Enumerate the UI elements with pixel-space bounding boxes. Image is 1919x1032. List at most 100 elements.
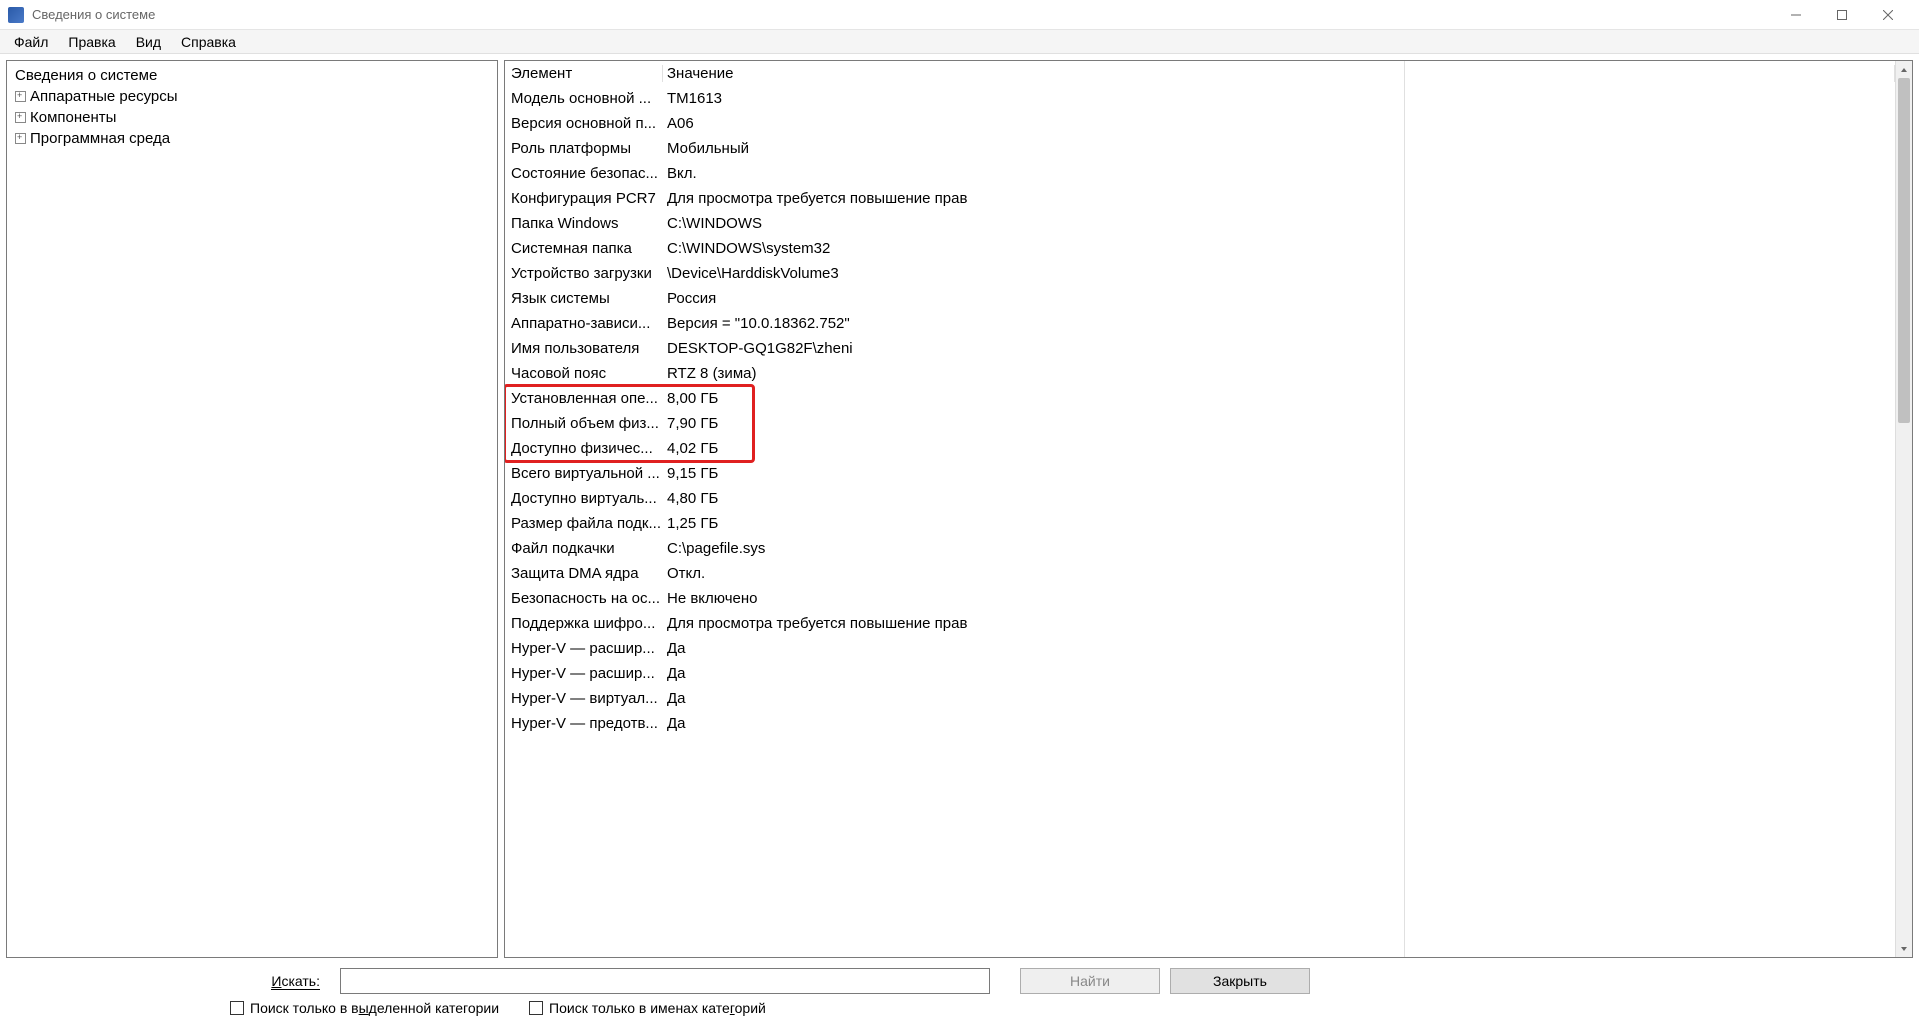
menu-edit[interactable]: Правка (60, 32, 123, 52)
table-row[interactable]: Hyper-V — расшир...Да (505, 636, 1895, 661)
cell-element: Доступно виртуаль... (505, 490, 663, 507)
table-row[interactable]: Безопасность на ос...Не включено (505, 586, 1895, 611)
cell-element: Язык системы (505, 290, 663, 307)
tree-root-label: Сведения о системе (15, 67, 157, 84)
expand-icon[interactable] (15, 112, 26, 123)
cell-element: Защита DMA ядра (505, 565, 663, 582)
table-row[interactable]: Доступно физичес...4,02 ГБ (505, 436, 1895, 461)
details-grid[interactable]: Элемент Значение Модель основной ...TM16… (505, 61, 1895, 957)
cell-value: DESKTOP-GQ1G82F\zheni (663, 340, 1895, 357)
app-window: Сведения о системе Файл Правка Вид Справ… (0, 0, 1919, 1032)
tree-root[interactable]: Сведения о системе (7, 65, 497, 86)
table-row[interactable]: Установленная опе...8,00 ГБ (505, 386, 1895, 411)
table-row[interactable]: Состояние безопас...Вкл. (505, 161, 1895, 186)
table-row[interactable]: Конфигурация PCR7Для просмотра требуется… (505, 186, 1895, 211)
titlebar[interactable]: Сведения о системе (0, 0, 1919, 30)
cell-element: Всего виртуальной ... (505, 465, 663, 482)
cell-element: Hyper-V — виртуал... (505, 690, 663, 707)
tree-item-label: Аппаратные ресурсы (30, 88, 178, 105)
cell-value: Да (663, 640, 1895, 657)
cell-element: Файл подкачки (505, 540, 663, 557)
cell-element: Hyper-V — предотв... (505, 715, 663, 732)
table-row[interactable]: Версия основной п...A06 (505, 111, 1895, 136)
cell-value: 4,80 ГБ (663, 490, 1895, 507)
grid-header[interactable]: Элемент Значение (505, 61, 1895, 86)
table-row[interactable]: Папка WindowsC:\WINDOWS (505, 211, 1895, 236)
search-input[interactable] (340, 968, 990, 994)
table-row[interactable]: Hyper-V — виртуал...Да (505, 686, 1895, 711)
cell-element: Часовой пояс (505, 365, 663, 382)
table-row[interactable]: Имя пользователяDESKTOP-GQ1G82F\zheni (505, 336, 1895, 361)
table-row[interactable]: Часовой поясRTZ 8 (зима) (505, 361, 1895, 386)
cell-value: Откл. (663, 565, 1895, 582)
tree-item-hardware[interactable]: Аппаратные ресурсы (7, 86, 497, 107)
cell-element: Папка Windows (505, 215, 663, 232)
cell-value: Мобильный (663, 140, 1895, 157)
cell-element: Аппаратно-зависи... (505, 315, 663, 332)
checkbox-icon (230, 1001, 244, 1015)
cell-value: Для просмотра требуется повышение прав (663, 190, 1895, 207)
cell-element: Состояние безопас... (505, 165, 663, 182)
menu-help[interactable]: Справка (173, 32, 244, 52)
header-element[interactable]: Элемент (505, 65, 663, 82)
scroll-down-icon[interactable] (1896, 940, 1912, 957)
scroll-thumb[interactable] (1898, 78, 1910, 423)
table-row[interactable]: Аппаратно-зависи...Версия = "10.0.18362.… (505, 311, 1895, 336)
cell-value: 1,25 ГБ (663, 515, 1895, 532)
close-search-button[interactable]: Закрыть (1170, 968, 1310, 994)
minimize-button[interactable] (1773, 0, 1819, 30)
table-row[interactable]: Поддержка шифро...Для просмотра требуетс… (505, 611, 1895, 636)
tree-item-label: Программная среда (30, 130, 170, 147)
table-row[interactable]: Модель основной ...TM1613 (505, 86, 1895, 111)
cell-element: Hyper-V — расшир... (505, 640, 663, 657)
table-row[interactable]: Системная папкаC:\WINDOWS\system32 (505, 236, 1895, 261)
table-row[interactable]: Всего виртуальной ...9,15 ГБ (505, 461, 1895, 486)
table-row[interactable]: Доступно виртуаль...4,80 ГБ (505, 486, 1895, 511)
cell-value: Не включено (663, 590, 1895, 607)
content-area: Сведения о системе Аппаратные ресурсы Ко… (0, 54, 1919, 964)
table-row[interactable]: Устройство загрузки\Device\HarddiskVolum… (505, 261, 1895, 286)
vertical-scrollbar[interactable] (1895, 61, 1912, 957)
header-value[interactable]: Значение (663, 65, 1895, 82)
search-selected-category-checkbox[interactable]: Поиск только в выделенной категории (230, 1000, 499, 1016)
cell-value: \Device\HarddiskVolume3 (663, 265, 1895, 282)
scroll-track[interactable] (1896, 78, 1912, 940)
cell-element: Безопасность на ос... (505, 590, 663, 607)
cell-element: Конфигурация PCR7 (505, 190, 663, 207)
cell-value: C:\pagefile.sys (663, 540, 1895, 557)
checkbox-label: Поиск только в именах категорий (549, 1000, 766, 1016)
close-button[interactable] (1865, 0, 1911, 30)
search-footer: Искать: Найти Закрыть Поиск только в выд… (0, 964, 1919, 1032)
table-row[interactable]: Роль платформыМобильный (505, 136, 1895, 161)
cell-element: Модель основной ... (505, 90, 663, 107)
maximize-button[interactable] (1819, 0, 1865, 30)
expand-icon[interactable] (15, 133, 26, 144)
cell-value: TM1613 (663, 90, 1895, 107)
cell-value: Да (663, 665, 1895, 682)
table-row[interactable]: Язык системыРоссия (505, 286, 1895, 311)
search-category-names-checkbox[interactable]: Поиск только в именах категорий (529, 1000, 766, 1016)
menu-view[interactable]: Вид (128, 32, 169, 52)
category-tree[interactable]: Сведения о системе Аппаратные ресурсы Ко… (6, 60, 498, 958)
scroll-up-icon[interactable] (1896, 61, 1912, 78)
cell-value: 7,90 ГБ (663, 415, 1895, 432)
table-row[interactable]: Размер файла подк...1,25 ГБ (505, 511, 1895, 536)
cell-element: Установленная опе... (505, 390, 663, 407)
cell-value: C:\WINDOWS (663, 215, 1895, 232)
cell-value: 8,00 ГБ (663, 390, 1895, 407)
tree-item-components[interactable]: Компоненты (7, 107, 497, 128)
tree-item-software-env[interactable]: Программная среда (7, 128, 497, 149)
cell-element: Hyper-V — расшир... (505, 665, 663, 682)
cell-element: Версия основной п... (505, 115, 663, 132)
menu-file[interactable]: Файл (6, 32, 56, 52)
find-button[interactable]: Найти (1020, 968, 1160, 994)
checkbox-icon (529, 1001, 543, 1015)
table-row[interactable]: Полный объем физ...7,90 ГБ (505, 411, 1895, 436)
table-row[interactable]: Файл подкачкиC:\pagefile.sys (505, 536, 1895, 561)
table-row[interactable]: Защита DMA ядраОткл. (505, 561, 1895, 586)
table-row[interactable]: Hyper-V — предотв...Да (505, 711, 1895, 736)
table-row[interactable]: Hyper-V — расшир...Да (505, 661, 1895, 686)
window-title: Сведения о системе (32, 7, 155, 22)
expand-icon[interactable] (15, 91, 26, 102)
cell-value: Да (663, 690, 1895, 707)
